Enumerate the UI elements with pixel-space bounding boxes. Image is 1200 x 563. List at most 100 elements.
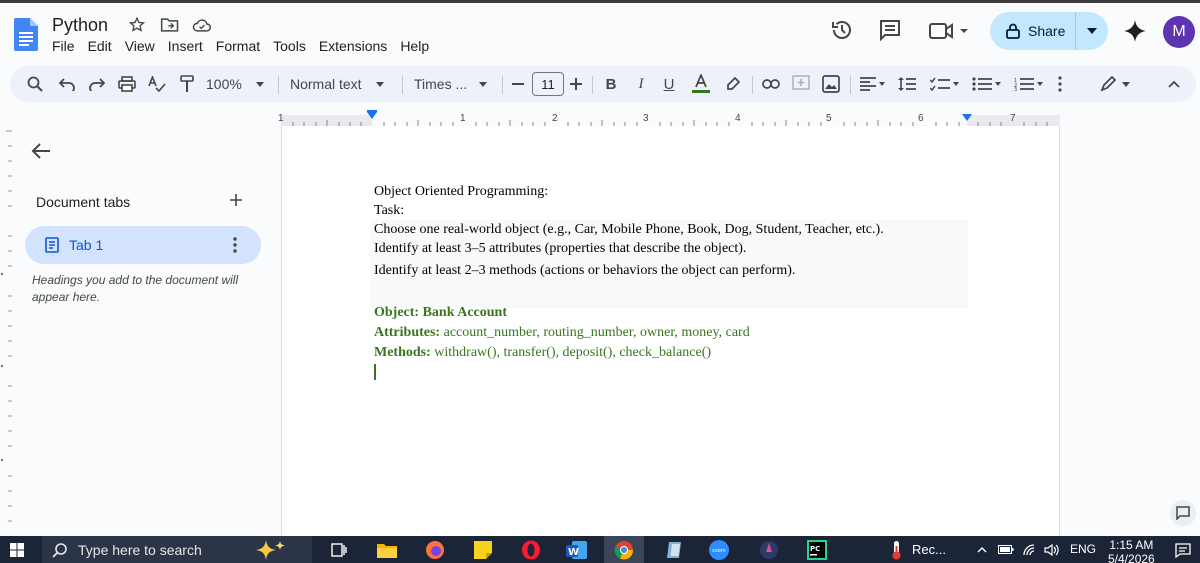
doc-line-task[interactable]: Task: [374,203,404,219]
italic-icon[interactable]: I [632,74,650,94]
taskbar-search[interactable]: Type here to search [42,536,312,563]
share-button[interactable]: Share [990,12,1108,50]
collapse-menus-icon[interactable] [1164,74,1184,94]
cloud-saved-icon[interactable] [192,16,212,36]
toolbar-divider [592,76,593,94]
highlight-color-icon[interactable] [722,74,744,94]
zoom-select[interactable]: 100% [206,74,266,94]
menu-view[interactable]: View [125,38,162,54]
first-line-indent-marker[interactable] [367,110,377,112]
doc-line-title[interactable]: Object Oriented Programming: [374,184,548,200]
bulleted-list-icon[interactable] [970,74,1004,94]
redo-icon[interactable] [86,74,108,94]
doc-line-attributes-instruction[interactable]: Identify at least 3–5 attributes (proper… [374,241,746,257]
sticky-notes-icon[interactable] [468,536,498,563]
font-select[interactable]: Times ... [414,74,494,94]
methods-value: withdraw(), transfer(), deposit(), check… [430,345,712,360]
document-tab-icon [45,237,59,253]
word-icon[interactable]: W [562,536,592,563]
toolbar-divider [278,76,279,94]
document-title[interactable]: Python [52,15,108,36]
taskbar-clock[interactable]: 1:15 AM 5/4/2026 [1108,538,1155,563]
decrease-font-size-icon[interactable] [510,74,526,94]
editing-mode-icon[interactable] [1096,74,1136,94]
explore-button[interactable] [1170,500,1196,526]
google-docs-logo-icon[interactable] [14,18,38,51]
font-size-input[interactable]: 11 [532,72,564,96]
formatting-toolbar: 100% Normal text Times ... 11 B I U 1 2 … [10,66,1196,102]
insert-link-icon[interactable] [760,74,782,94]
opera-icon[interactable] [516,536,546,563]
file-explorer-icon[interactable] [372,536,402,563]
meet-camera-icon[interactable] [928,20,972,42]
menu-tools[interactable]: Tools [273,38,313,54]
share-dropdown-button[interactable] [1076,28,1108,34]
menu-bar: File Edit View Insert Format Tools Exten… [52,38,442,54]
notifications-icon[interactable] [1172,536,1194,563]
volume-icon[interactable] [1042,536,1062,563]
windows-taskbar: Type here to search W zoom PC Rec... ENG… [0,536,1200,563]
sidebar-tab-item[interactable]: Tab 1 [25,226,261,264]
font-value: Times ... [414,76,468,92]
undo-icon[interactable] [56,74,78,94]
increase-font-size-icon[interactable] [568,74,584,94]
doc-line-object[interactable]: Object: Bank Account [374,305,507,321]
wifi-icon[interactable] [1020,536,1040,563]
underline-icon[interactable]: U [660,74,678,94]
comments-icon[interactable] [878,18,902,42]
document-page[interactable]: Object Oriented Programming: Task: Choos… [281,126,1060,536]
back-arrow-icon[interactable] [30,140,52,162]
version-history-icon[interactable] [830,18,854,42]
menu-format[interactable]: Format [216,38,267,54]
menu-edit[interactable]: Edit [88,38,119,54]
chrome-icon[interactable] [604,536,644,563]
battery-icon[interactable] [996,536,1016,563]
chevron-down-icon [479,81,488,87]
right-indent-marker[interactable] [962,114,972,121]
notebook-app-icon[interactable] [660,536,690,563]
tab-options-icon[interactable] [229,236,241,254]
menu-extensions[interactable]: Extensions [319,38,394,54]
recorder-label: Rec... [912,542,946,557]
show-hidden-icons-icon[interactable] [974,536,990,563]
add-tab-icon[interactable] [228,192,244,208]
windows-start-icon[interactable] [6,536,28,563]
align-icon[interactable] [858,74,888,94]
zoom-app-icon[interactable]: zoom [704,536,734,563]
menu-insert[interactable]: Insert [168,38,210,54]
insert-comment-icon[interactable] [790,74,812,94]
more-options-icon[interactable] [1054,74,1066,94]
task-view-icon[interactable] [326,536,352,563]
doc-line-methods[interactable]: Methods: withdraw(), transfer(), deposit… [374,345,711,361]
gemini-sparkle-icon[interactable] [1124,20,1146,42]
move-folder-icon[interactable] [160,16,180,36]
horizontal-ruler[interactable]: 1 1 2 3 4 5 6 7 [0,104,1200,126]
toolbar-divider [402,76,403,94]
insert-image-icon[interactable] [820,74,842,94]
search-menus-icon[interactable] [24,74,46,94]
left-indent-marker[interactable] [367,112,377,119]
account-avatar[interactable]: M [1163,16,1195,48]
line-spacing-icon[interactable] [896,74,918,94]
numbered-list-icon[interactable]: 123 [1012,74,1046,94]
doc-line-choose-object[interactable]: Choose one real-world object (e.g., Car,… [374,222,884,238]
star-icon[interactable] [128,16,148,36]
print-icon[interactable] [116,74,138,94]
share-main-button[interactable]: Share [990,12,1076,50]
checklist-icon[interactable] [928,74,962,94]
pen-app-icon[interactable] [754,536,784,563]
paragraph-style-select[interactable]: Normal text [290,74,396,94]
vertical-ruler[interactable] [0,126,12,536]
doc-line-attributes[interactable]: Attributes: account_number, routing_numb… [374,325,750,341]
menu-file[interactable]: File [52,38,82,54]
bold-icon[interactable]: B [602,74,620,94]
spellcheck-icon[interactable] [146,74,168,94]
doc-line-methods-instruction[interactable]: Identify at least 2–3 methods (actions o… [374,263,795,279]
firefox-icon[interactable] [420,536,450,563]
text-color-icon[interactable] [690,74,712,94]
menu-help[interactable]: Help [400,38,436,54]
pycharm-icon[interactable]: PC [802,536,832,563]
language-indicator[interactable]: ENG [1070,542,1096,556]
paint-format-icon[interactable] [176,74,198,94]
recorder-app[interactable]: Rec... [890,536,960,563]
